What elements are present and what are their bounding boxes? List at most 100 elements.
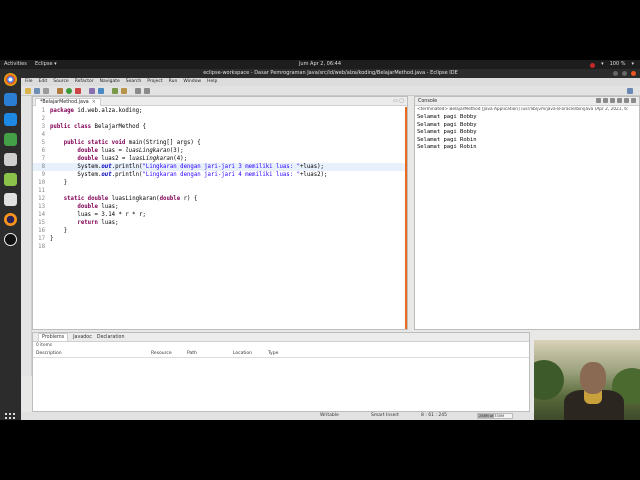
clock[interactable]: Jum Apr 2, 06:44 (0, 60, 640, 69)
perspective-icon[interactable] (627, 88, 633, 94)
menu-navigate[interactable]: Navigate (100, 79, 120, 84)
column-path[interactable]: Path (187, 350, 197, 358)
code-line[interactable]: 10 } (33, 179, 407, 187)
line-number: 16 (38, 228, 45, 234)
column-resource[interactable]: Resource (151, 350, 172, 358)
code-editor[interactable]: 1 package id.web.alza.koding; 2 3 public cla… (33, 107, 407, 329)
editor-tab[interactable]: *BelajarMethod.java × (35, 98, 101, 106)
tab-javadoc[interactable]: Javadoc (73, 335, 92, 340)
code-line[interactable]: 6 double luas = luasLingkaran(3); (33, 147, 407, 155)
forward-icon[interactable] (144, 88, 150, 94)
console-output-line: Selamat pagi Bobby (417, 121, 477, 128)
tab-declaration[interactable]: Declaration (97, 335, 125, 340)
code-line[interactable]: 7 double luas2 = luasLingkaran(4); (33, 155, 407, 163)
code-line[interactable]: 9 System.out.println("Lingkaran dengan j… (33, 171, 407, 179)
close-button[interactable] (631, 71, 636, 76)
new-icon[interactable] (25, 88, 31, 94)
search-icon[interactable] (121, 88, 127, 94)
line-number: 3 (41, 124, 45, 130)
editor-tab-bar: *BelajarMethod.java × ▭ ▢ (33, 97, 407, 106)
main-toolbar (21, 86, 640, 96)
print-icon[interactable] (43, 88, 49, 94)
back-icon[interactable] (135, 88, 141, 94)
close-tab-icon[interactable]: × (92, 100, 96, 105)
tab-problems[interactable]: Problems (38, 333, 69, 341)
maximize-view-icon[interactable]: ▭ ▢ (393, 98, 404, 104)
external-tools-icon[interactable] (75, 88, 81, 94)
libreoffice-icon[interactable] (4, 173, 17, 186)
run-icon[interactable] (66, 88, 72, 94)
code-line[interactable]: 3 public class BelajarMethod { (33, 123, 407, 131)
menu-file[interactable]: File (25, 79, 33, 84)
window-titlebar[interactable]: eclipse-workspace - Dasar Pemrograman Ja… (21, 69, 640, 78)
code-line[interactable]: 4 (33, 131, 407, 139)
webcam-overlay (534, 340, 640, 420)
obs-icon[interactable] (4, 233, 17, 246)
code-token: luasLingkaran( (108, 196, 160, 202)
pin-console-icon[interactable] (624, 98, 629, 103)
vscode-icon[interactable] (4, 113, 17, 126)
menu-edit[interactable]: Edit (39, 79, 48, 84)
view-menu-icon[interactable] (631, 98, 636, 103)
code-line[interactable]: 5 public static void main(String[] args)… (33, 139, 407, 147)
column-type[interactable]: Type (268, 350, 278, 358)
code-line[interactable]: 11 (33, 187, 407, 195)
terminated-label: <terminated> BelajarMethod [Java Applica… (417, 107, 629, 112)
code-line[interactable]: 12 static double luasLingkaran(double r)… (33, 195, 407, 203)
console-view: Console <terminated> BelajarMethod [Java… (414, 96, 640, 330)
files-icon[interactable] (4, 93, 17, 106)
code-line[interactable]: 1 package id.web.alza.koding; (33, 107, 407, 115)
code-token: +luas); (300, 164, 324, 170)
menu-run[interactable]: Run (169, 79, 178, 84)
maximize-button[interactable] (622, 71, 627, 76)
save-icon[interactable] (34, 88, 40, 94)
code-line[interactable]: 15 return luas; (33, 219, 407, 227)
ubuntu-dock (0, 69, 21, 420)
code-line[interactable]: 17} (33, 235, 407, 243)
debug-icon[interactable] (57, 88, 63, 94)
code-line[interactable]: 13 double luas; (33, 203, 407, 211)
eclipse-icon[interactable] (4, 213, 17, 226)
scroll-lock-icon[interactable] (617, 98, 622, 103)
android-studio-icon[interactable] (4, 133, 17, 146)
code-token: "Lingkaran dengan jari-jari 3 memiliki l… (142, 164, 300, 170)
column-location[interactable]: Location (233, 350, 252, 358)
terminal-icon[interactable] (4, 153, 17, 166)
overview-ruler[interactable] (405, 107, 407, 329)
system-tray[interactable]: ▾ 100 % ▾ (590, 60, 634, 69)
code-token: +luas2); (300, 172, 328, 178)
open-type-icon[interactable] (112, 88, 118, 94)
code-token: id.web.alza.koding; (73, 108, 143, 114)
text-editor-icon[interactable] (4, 193, 17, 206)
code-line[interactable]: 18 (33, 243, 407, 251)
new-java-package-icon[interactable] (89, 88, 95, 94)
show-applications-icon[interactable] (5, 413, 16, 420)
column-description[interactable]: Description (36, 350, 62, 358)
console-tab[interactable]: Console (418, 99, 437, 104)
code-line[interactable]: 2 (33, 115, 407, 123)
code-line[interactable]: 14 luas = 3.14 * r * r; (33, 211, 407, 219)
code-line[interactable]: 8 System.out.println("Lingkaran dengan j… (33, 163, 407, 171)
line-number: 13 (38, 204, 45, 210)
menu-window[interactable]: Window (183, 79, 201, 84)
menu-source[interactable]: Source (53, 79, 68, 84)
new-java-class-icon[interactable] (98, 88, 104, 94)
menu-refactor[interactable]: Refactor (75, 79, 94, 84)
code-token: .println( (111, 172, 143, 178)
menu-project[interactable]: Project (147, 79, 162, 84)
power-menu-icon: ▾ (631, 61, 634, 67)
menu-help[interactable]: Help (207, 79, 217, 84)
remove-launch-icon[interactable] (603, 98, 608, 103)
clear-console-icon[interactable] (610, 98, 615, 103)
code-token: return (77, 220, 98, 226)
line-number: 15 (38, 220, 45, 226)
chrome-icon[interactable] (4, 73, 17, 86)
code-line[interactable]: 16 } (33, 227, 407, 235)
line-number: 6 (41, 148, 45, 154)
menu-search[interactable]: Search (126, 79, 141, 84)
terminate-icon[interactable] (596, 98, 601, 103)
code-token: System. (50, 164, 102, 170)
minimize-button[interactable] (613, 71, 618, 76)
